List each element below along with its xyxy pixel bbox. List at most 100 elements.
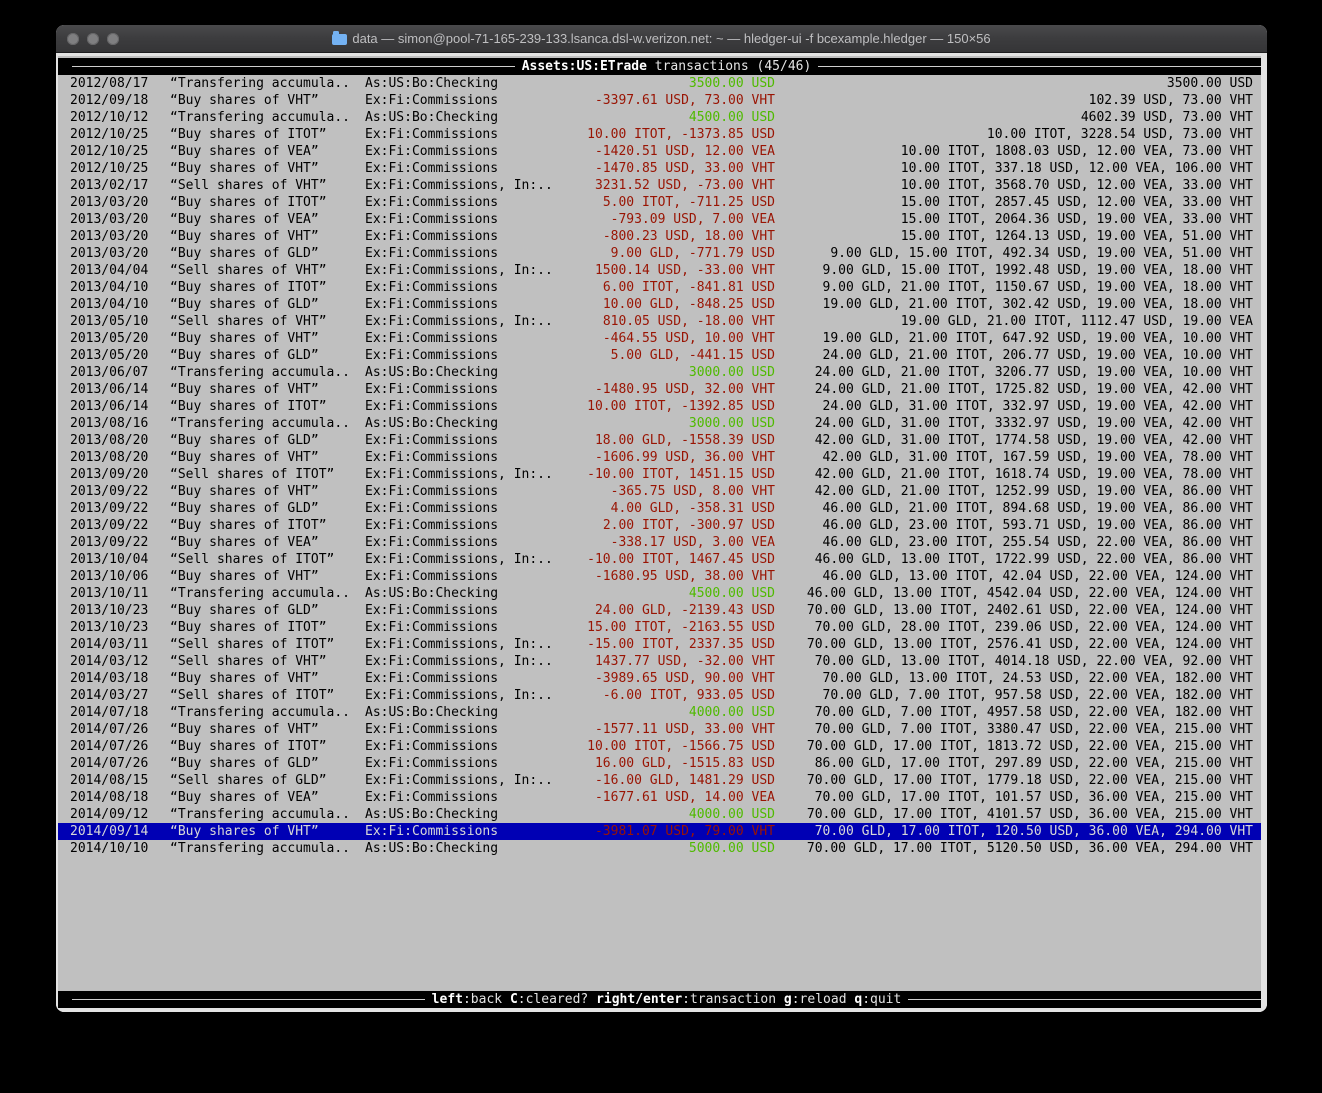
txn-description: “Buy shares of VEA” (170, 789, 365, 806)
transaction-row[interactable]: 2013/03/20“Buy shares of VHT”Ex:Fi:Commi… (58, 228, 1261, 245)
txn-date: 2012/09/18 (70, 92, 170, 109)
transaction-row[interactable]: 2013/09/20“Sell shares of ITOT”Ex:Fi:Com… (58, 466, 1261, 483)
txn-description: “Buy shares of ITOT” (170, 619, 365, 636)
transaction-row[interactable]: 2013/05/20“Buy shares of GLD”Ex:Fi:Commi… (58, 347, 1261, 364)
transaction-row[interactable]: 2014/03/18“Buy shares of VHT”Ex:Fi:Commi… (58, 670, 1261, 687)
window-titlebar[interactable]: data — simon@pool-71-165-239-133.lsanca.… (56, 25, 1267, 53)
transaction-row[interactable]: 2013/10/11“Transfering accumula..As:US:B… (58, 585, 1261, 602)
transaction-row[interactable]: 2013/08/20“Buy shares of VHT”Ex:Fi:Commi… (58, 449, 1261, 466)
txn-change: -338.17 USD, 3.00 VEA (575, 534, 775, 551)
txn-accounts: Ex:Fi:Commissions (365, 449, 575, 466)
txn-change: 24.00 GLD, -2139.43 USD (575, 602, 775, 619)
transaction-row[interactable]: 2013/04/04“Sell shares of VHT”Ex:Fi:Comm… (58, 262, 1261, 279)
txn-accounts: Ex:Fi:Commissions (365, 602, 575, 619)
transaction-row[interactable]: 2013/05/20“Buy shares of VHT”Ex:Fi:Commi… (58, 330, 1261, 347)
transaction-row[interactable]: 2014/07/18“Transfering accumula..As:US:B… (58, 704, 1261, 721)
transaction-row[interactable]: 2013/06/14“Buy shares of ITOT”Ex:Fi:Comm… (58, 398, 1261, 415)
txn-description: “Buy shares of GLD” (170, 500, 365, 517)
transaction-row[interactable]: 2013/04/10“Buy shares of GLD”Ex:Fi:Commi… (58, 296, 1261, 313)
txn-accounts: Ex:Fi:Commissions (365, 534, 575, 551)
txn-change: 1437.77 USD, -32.00 VHT (575, 653, 775, 670)
transaction-row[interactable]: 2013/08/16“Transfering accumula..As:US:B… (58, 415, 1261, 432)
txn-accounts: Ex:Fi:Commissions (365, 279, 575, 296)
txn-change: 5.00 GLD, -441.15 USD (575, 347, 775, 364)
transaction-row[interactable]: 2013/09/22“Buy shares of GLD”Ex:Fi:Commi… (58, 500, 1261, 517)
txn-change: -15.00 ITOT, 2337.35 USD (575, 636, 775, 653)
transaction-row[interactable]: 2013/06/14“Buy shares of VHT”Ex:Fi:Commi… (58, 381, 1261, 398)
transaction-row[interactable]: 2013/06/07“Transfering accumula..As:US:B… (58, 364, 1261, 381)
txn-change: 1500.14 USD, -33.00 VHT (575, 262, 775, 279)
txn-change: -16.00 GLD, 1481.29 USD (575, 772, 775, 789)
transaction-row[interactable]: 2014/08/18“Buy shares of VEA”Ex:Fi:Commi… (58, 789, 1261, 806)
transaction-row[interactable]: 2014/03/11“Sell shares of ITOT”Ex:Fi:Com… (58, 636, 1261, 653)
txn-accounts: Ex:Fi:Commissions, In:.. (365, 262, 575, 279)
txn-accounts: Ex:Fi:Commissions (365, 347, 575, 364)
txn-date: 2014/07/26 (70, 721, 170, 738)
transaction-row[interactable]: 2013/10/06“Buy shares of VHT”Ex:Fi:Commi… (58, 568, 1261, 585)
transaction-row[interactable]: 2014/08/15“Sell shares of GLD”Ex:Fi:Comm… (58, 772, 1261, 789)
txn-date: 2013/06/07 (70, 364, 170, 381)
txn-accounts: Ex:Fi:Commissions (365, 721, 575, 738)
txn-description: “Buy shares of GLD” (170, 347, 365, 364)
transaction-row[interactable]: 2014/03/27“Sell shares of ITOT”Ex:Fi:Com… (58, 687, 1261, 704)
help-desc: :cleared? (518, 992, 588, 1007)
txn-balance: 15.00 ITOT, 2064.36 USD, 19.00 VEA, 33.0… (775, 211, 1261, 228)
transaction-row[interactable]: 2013/04/10“Buy shares of ITOT”Ex:Fi:Comm… (58, 279, 1261, 296)
txn-description: “Buy shares of ITOT” (170, 738, 365, 755)
transaction-row[interactable]: 2013/05/10“Sell shares of VHT”Ex:Fi:Comm… (58, 313, 1261, 330)
txn-change: 4500.00 USD (575, 109, 775, 126)
transaction-row[interactable]: 2013/03/20“Buy shares of ITOT”Ex:Fi:Comm… (58, 194, 1261, 211)
transaction-row[interactable]: 2013/09/22“Buy shares of VHT”Ex:Fi:Commi… (58, 483, 1261, 500)
transaction-row[interactable]: 2013/08/20“Buy shares of GLD”Ex:Fi:Commi… (58, 432, 1261, 449)
txn-accounts: Ex:Fi:Commissions (365, 330, 575, 347)
txn-accounts: Ex:Fi:Commissions (365, 568, 575, 585)
transaction-row[interactable]: 2013/09/22“Buy shares of ITOT”Ex:Fi:Comm… (58, 517, 1261, 534)
txn-accounts: Ex:Fi:Commissions (365, 381, 575, 398)
transaction-row[interactable]: 2013/02/17“Sell shares of VHT”Ex:Fi:Comm… (58, 177, 1261, 194)
txn-date: 2013/08/16 (70, 415, 170, 432)
txn-balance: 70.00 GLD, 17.00 ITOT, 101.57 USD, 36.00… (775, 789, 1261, 806)
header-rule-right (818, 66, 1261, 67)
transaction-row[interactable]: 2014/07/26“Buy shares of VHT”Ex:Fi:Commi… (58, 721, 1261, 738)
transaction-row[interactable]: 2012/10/25“Buy shares of VHT”Ex:Fi:Commi… (58, 160, 1261, 177)
transaction-row[interactable]: 2013/09/22“Buy shares of VEA”Ex:Fi:Commi… (58, 534, 1261, 551)
txn-date: 2013/09/20 (70, 466, 170, 483)
transaction-row[interactable]: 2013/03/20“Buy shares of GLD”Ex:Fi:Commi… (58, 245, 1261, 262)
transaction-row[interactable]: 2014/03/12“Sell shares of VHT”Ex:Fi:Comm… (58, 653, 1261, 670)
txn-date: 2014/07/18 (70, 704, 170, 721)
transaction-row[interactable]: 2013/10/04“Sell shares of ITOT”Ex:Fi:Com… (58, 551, 1261, 568)
txn-balance: 9.00 GLD, 21.00 ITOT, 1150.67 USD, 19.00… (775, 279, 1261, 296)
transaction-row[interactable]: 2013/10/23“Buy shares of GLD”Ex:Fi:Commi… (58, 602, 1261, 619)
help-key: right/enter (596, 992, 682, 1007)
txn-description: “Sell shares of ITOT” (170, 636, 365, 653)
txn-date: 2013/04/10 (70, 279, 170, 296)
transaction-row[interactable]: 2012/08/17“Transfering accumula..As:US:B… (58, 75, 1261, 92)
txn-date: 2013/09/22 (70, 517, 170, 534)
txn-balance: 10.00 ITOT, 3228.54 USD, 73.00 VHT (775, 126, 1261, 143)
transaction-row-selected[interactable]: 2014/09/14“Buy shares of VHT”Ex:Fi:Commi… (58, 823, 1261, 840)
transaction-row[interactable]: 2014/07/26“Buy shares of GLD”Ex:Fi:Commi… (58, 755, 1261, 772)
txn-balance: 70.00 GLD, 13.00 ITOT, 2576.41 USD, 22.0… (775, 636, 1261, 653)
txn-balance: 9.00 GLD, 15.00 ITOT, 1992.48 USD, 19.00… (775, 262, 1261, 279)
transaction-row[interactable]: 2012/10/25“Buy shares of ITOT”Ex:Fi:Comm… (58, 126, 1261, 143)
transaction-row[interactable]: 2012/10/25“Buy shares of VEA”Ex:Fi:Commi… (58, 143, 1261, 160)
txn-date: 2013/02/17 (70, 177, 170, 194)
transaction-row[interactable]: 2012/10/12“Transfering accumula..As:US:B… (58, 109, 1261, 126)
transaction-row[interactable]: 2014/07/26“Buy shares of ITOT”Ex:Fi:Comm… (58, 738, 1261, 755)
txn-change: -1470.85 USD, 33.00 VHT (575, 160, 775, 177)
txn-description: “Buy shares of ITOT” (170, 126, 365, 143)
txn-change: -800.23 USD, 18.00 VHT (575, 228, 775, 245)
txn-description: “Buy shares of GLD” (170, 755, 365, 772)
transaction-row[interactable]: 2014/09/12“Transfering accumula..As:US:B… (58, 806, 1261, 823)
txn-date: 2014/03/18 (70, 670, 170, 687)
txn-change: 4000.00 USD (575, 704, 775, 721)
transaction-row[interactable]: 2012/09/18“Buy shares of VHT”Ex:Fi:Commi… (58, 92, 1261, 109)
txn-balance: 19.00 GLD, 21.00 ITOT, 1112.47 USD, 19.0… (775, 313, 1261, 330)
txn-change: 10.00 ITOT, -1392.85 USD (575, 398, 775, 415)
txn-accounts: Ex:Fi:Commissions (365, 517, 575, 534)
txn-balance: 24.00 GLD, 21.00 ITOT, 206.77 USD, 19.00… (775, 347, 1261, 364)
txn-description: “Transfering accumula.. (170, 585, 365, 602)
transaction-row[interactable]: 2013/10/23“Buy shares of ITOT”Ex:Fi:Comm… (58, 619, 1261, 636)
transaction-row[interactable]: 2014/10/10“Transfering accumula..As:US:B… (58, 840, 1261, 857)
transaction-row[interactable]: 2013/03/20“Buy shares of VEA”Ex:Fi:Commi… (58, 211, 1261, 228)
